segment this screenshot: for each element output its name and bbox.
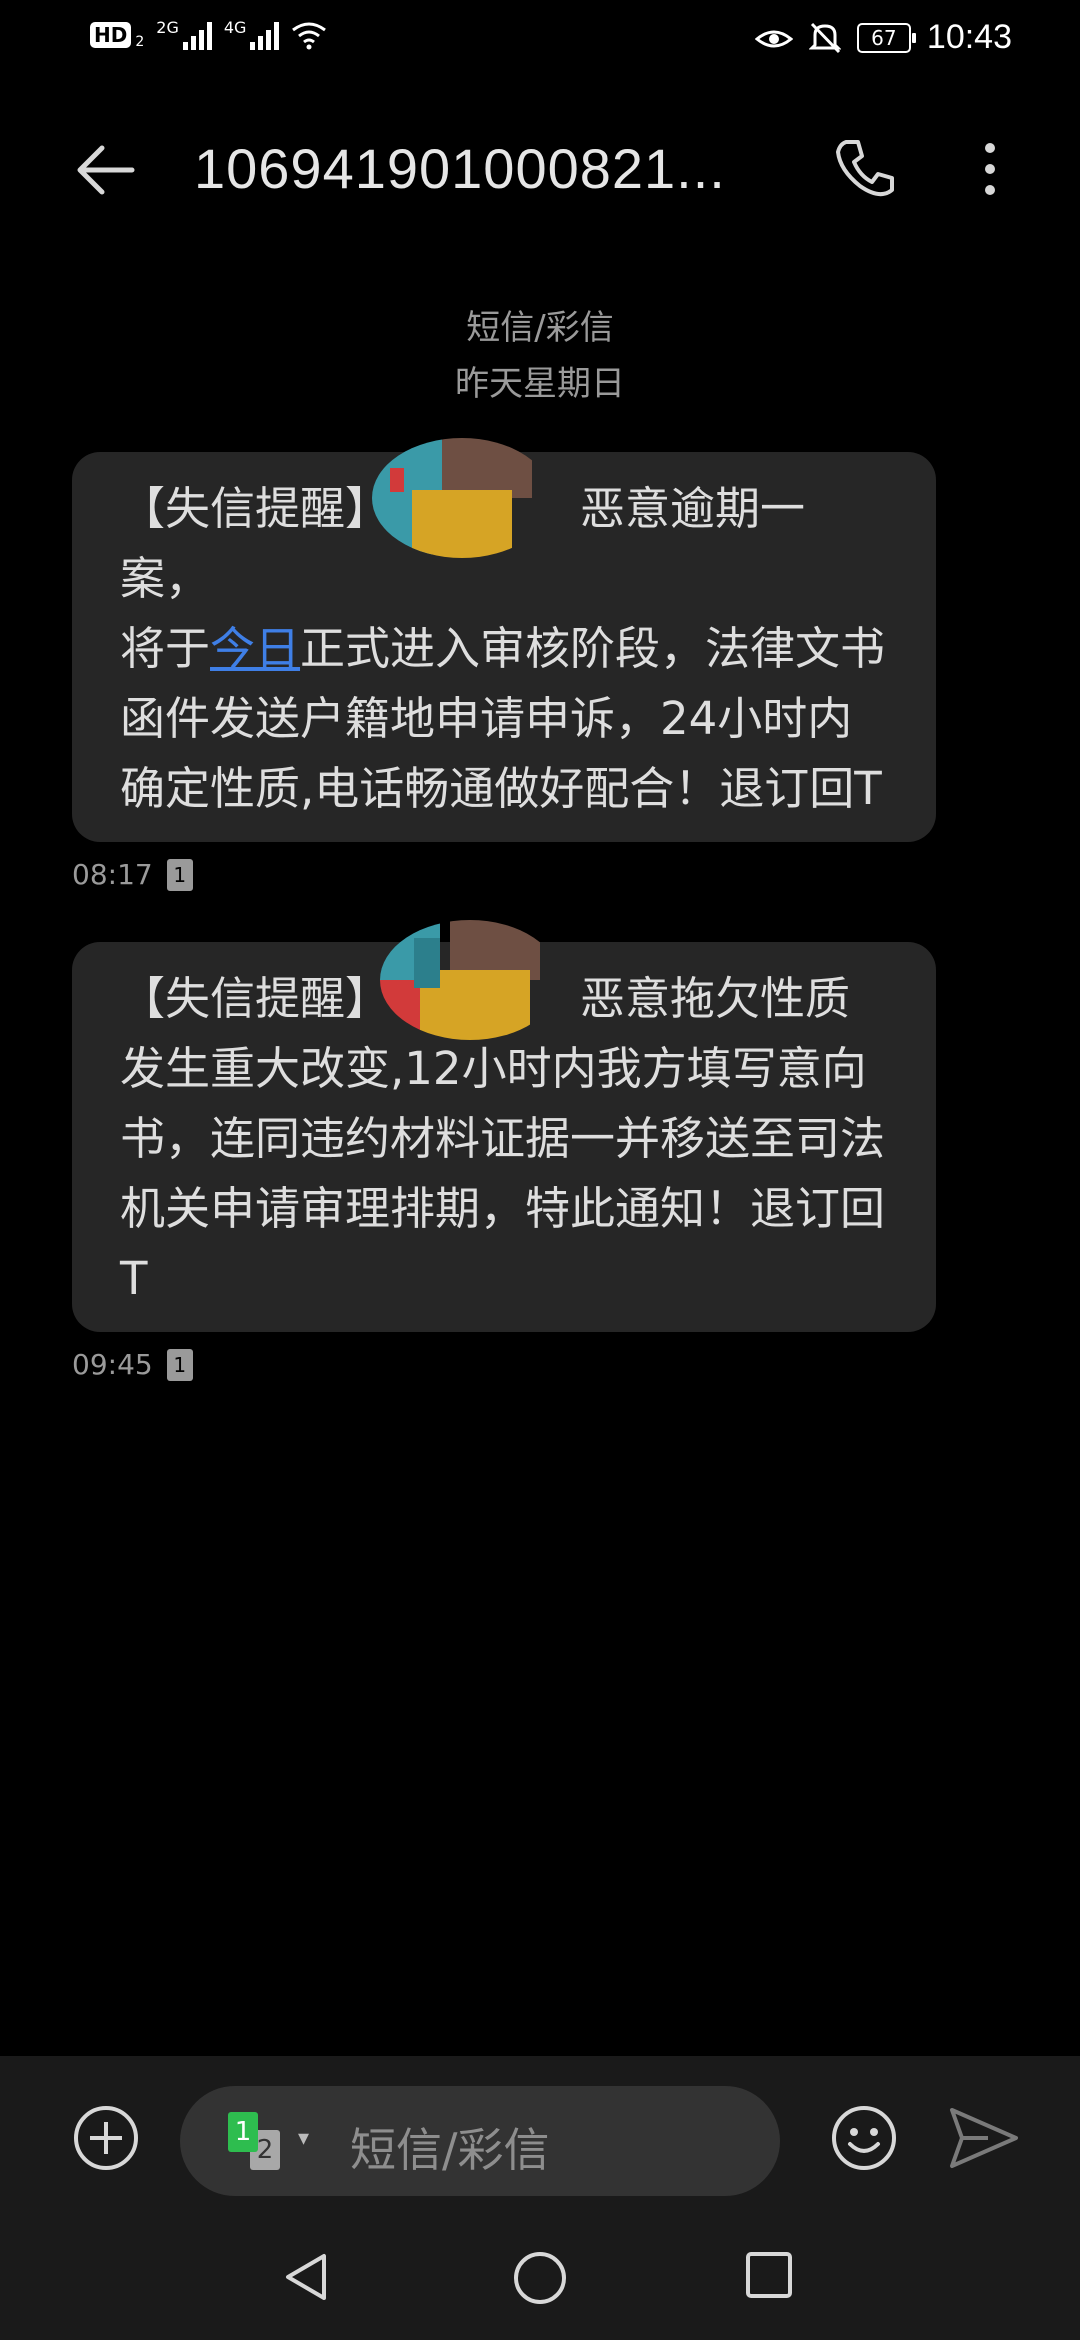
mute-bell-icon <box>808 22 841 53</box>
redaction-mosaic <box>372 438 552 558</box>
wifi-icon <box>292 22 327 50</box>
status-bar: HD 2 2G 4G 67 10:43 <box>0 0 1080 86</box>
nav-back-icon[interactable] <box>280 2250 334 2304</box>
message-time: 08:17 <box>72 858 153 891</box>
navigation-bar <box>0 2216 1080 2340</box>
sim-1-icon: 1 <box>228 2112 258 2152</box>
nav-recent-apps-icon[interactable] <box>744 2250 794 2300</box>
message-type-label: 短信/彩信 <box>466 308 614 348</box>
message-input[interactable]: 2 1 ▾ 短信/彩信 <box>180 2086 780 2196</box>
message-text-part: 【失信提醒】 <box>120 972 391 1025</box>
date-label: 昨天星期日 <box>455 364 625 404</box>
sim-selector[interactable]: 2 1 <box>228 2112 288 2170</box>
eye-comfort-icon <box>754 30 793 47</box>
date-link[interactable]: 今日 <box>210 622 300 675</box>
battery-indicator: 67 <box>856 22 916 53</box>
conversation-meta: 短信/彩信 昨天星期日 <box>0 300 1080 412</box>
input-placeholder: 短信/彩信 <box>350 2123 550 2177</box>
message-meta: 09:45 1 <box>72 1348 193 1381</box>
contact-title: 106941901000821... <box>194 137 726 200</box>
network-type-2: 4G <box>223 17 247 37</box>
signal-icon <box>250 20 280 50</box>
back-arrow-icon[interactable] <box>70 134 142 206</box>
status-left: HD 2 2G 4G <box>90 17 327 50</box>
message-text-part: 【失信提醒】 <box>120 482 391 535</box>
clock: 10:43 <box>926 18 1012 56</box>
sim-card-icon: 1 <box>166 858 193 891</box>
message-time: 09:45 <box>72 1348 153 1381</box>
emoji-icon[interactable] <box>830 2104 898 2172</box>
hd-sub: 2 <box>135 34 145 50</box>
hd-indicator: HD <box>90 22 132 48</box>
add-attachment-icon[interactable] <box>72 2104 140 2172</box>
message-meta: 08:17 1 <box>72 858 193 891</box>
status-right: 67 10:43 <box>754 18 1012 57</box>
signal-icon <box>182 20 212 50</box>
sim-card-icon: 1 <box>166 1348 193 1381</box>
redaction-mosaic <box>380 920 560 1040</box>
phone-call-icon[interactable] <box>830 134 900 204</box>
network-type-1: 2G <box>156 17 179 37</box>
more-options-icon[interactable] <box>970 134 1010 204</box>
compose-bar: 2 1 ▾ 短信/彩信 <box>0 2056 1080 2216</box>
message-text-part: 将于 <box>120 622 211 675</box>
conversation-header: 106941901000821... <box>0 120 1080 220</box>
send-icon[interactable] <box>948 2104 1020 2172</box>
chevron-down-icon[interactable]: ▾ <box>298 2126 309 2151</box>
nav-home-icon[interactable] <box>512 2250 568 2306</box>
